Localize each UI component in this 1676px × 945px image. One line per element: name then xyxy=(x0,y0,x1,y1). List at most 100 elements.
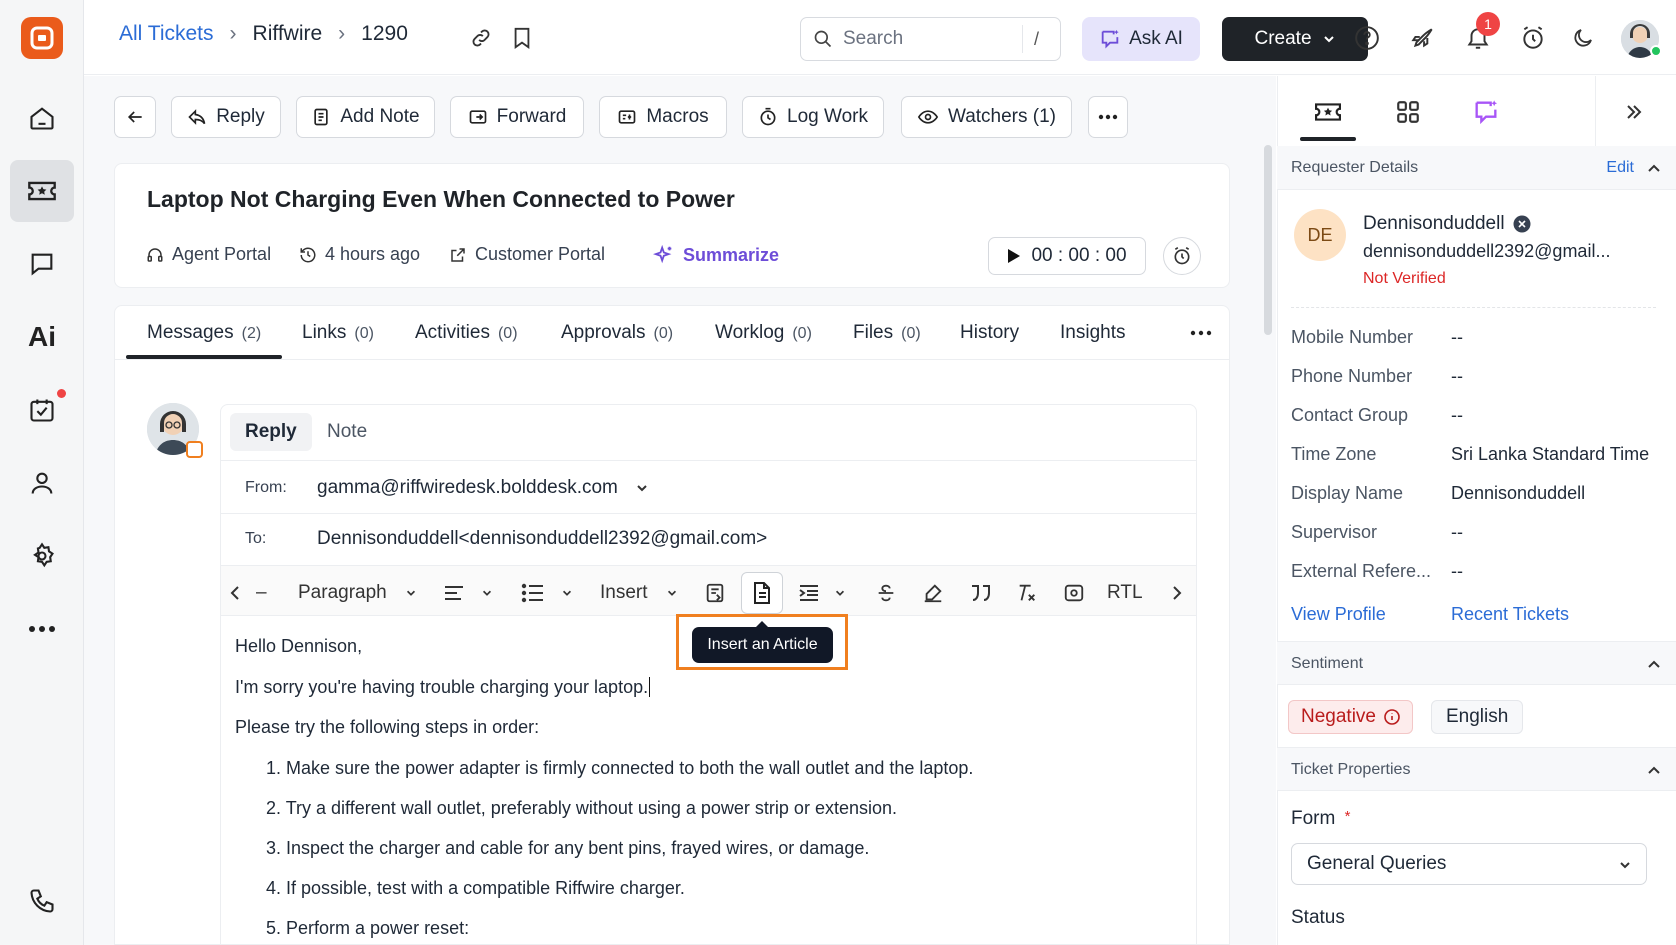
paragraph-format-select[interactable]: Paragraph xyxy=(298,572,417,614)
body-line-1-text: I'm sorry you're having trouble charging… xyxy=(235,677,649,697)
ask-ai-button[interactable]: Ask AI xyxy=(1082,17,1200,61)
active-tab-indicator xyxy=(126,355,282,359)
preview-icon[interactable] xyxy=(1063,572,1085,614)
note-icon xyxy=(314,108,329,126)
phone-icon[interactable] xyxy=(10,870,74,932)
copy-link-icon[interactable] xyxy=(465,22,497,54)
search-box[interactable]: Search / xyxy=(800,17,1061,61)
reminder-button[interactable] xyxy=(1163,237,1201,275)
tickets-icon[interactable] xyxy=(10,160,74,222)
back-button[interactable] xyxy=(114,96,156,138)
rtl-button[interactable]: RTL xyxy=(1107,572,1143,614)
toolbar-scroll-right-icon[interactable] xyxy=(1171,572,1183,614)
contacts-icon[interactable] xyxy=(10,452,74,514)
sparkle-icon xyxy=(653,244,672,264)
strikethrough-icon[interactable] xyxy=(875,572,897,614)
ticket-details-tab-icon[interactable] xyxy=(1310,95,1346,129)
text-cursor xyxy=(649,677,651,697)
ai-icon[interactable]: Ai xyxy=(10,306,74,368)
more-icon[interactable] xyxy=(10,598,74,660)
requester-details-header[interactable]: Requester Details Edit xyxy=(1277,146,1676,190)
list-select[interactable] xyxy=(521,572,573,614)
ticket-timer[interactable]: 00 : 00 : 00 xyxy=(988,237,1146,275)
tab-insights[interactable]: Insights xyxy=(1060,322,1125,344)
close-circle-icon[interactable] xyxy=(1513,215,1531,233)
sentiment-header[interactable]: Sentiment xyxy=(1277,641,1676,685)
ticket-age: 4 hours ago xyxy=(299,244,420,265)
align-select[interactable] xyxy=(443,572,493,614)
create-label: Create xyxy=(1254,28,1312,49)
insert-template-icon[interactable] xyxy=(704,572,726,614)
tab-links[interactable]: Links (0) xyxy=(302,322,374,344)
apps-grid-icon[interactable] xyxy=(1390,95,1426,129)
insert-menu[interactable]: Insert xyxy=(600,572,678,614)
tab-worklog[interactable]: Worklog (0) xyxy=(715,322,812,344)
indent-select[interactable] xyxy=(798,572,846,614)
info-icon[interactable] xyxy=(1384,709,1400,725)
breadcrumb-all-tickets[interactable]: All Tickets xyxy=(119,22,214,46)
to-value[interactable]: Dennisonduddell<dennisonduddell2392@gmai… xyxy=(317,528,767,550)
tab-activities[interactable]: Activities (0) xyxy=(415,322,518,344)
body-line-1[interactable]: I'm sorry you're having trouble charging… xyxy=(235,677,651,698)
view-profile-link[interactable]: View Profile xyxy=(1291,604,1386,625)
from-label: From: xyxy=(245,479,287,496)
tasks-icon[interactable] xyxy=(10,379,74,441)
insert-article-icon[interactable] xyxy=(741,572,783,614)
clear-format-icon[interactable] xyxy=(1016,572,1038,614)
chevron-up-icon[interactable] xyxy=(1646,656,1662,672)
chat-icon[interactable] xyxy=(10,233,74,295)
home-icon[interactable] xyxy=(10,87,74,149)
app-logo[interactable] xyxy=(21,17,63,59)
toolbar-scroll-left-icon[interactable] xyxy=(229,572,241,614)
tab-insights-label: Insights xyxy=(1060,322,1126,343)
ai-assist-tab-icon[interactable] xyxy=(1468,95,1504,129)
breadcrumb-brand[interactable]: Riffwire xyxy=(253,22,323,46)
tab-activities-label: Activities xyxy=(415,322,490,343)
forward-icon xyxy=(469,110,486,124)
customer-portal-label: Customer Portal xyxy=(475,244,606,264)
tab-approvals-count: (0) xyxy=(653,325,674,342)
customer-portal-link[interactable]: Customer Portal xyxy=(449,244,605,265)
tabs-more-icon[interactable] xyxy=(1190,330,1212,336)
main-scrollbar[interactable] xyxy=(1264,145,1272,335)
chevron-up-icon[interactable] xyxy=(1646,762,1662,778)
field-key: External Refere... xyxy=(1291,561,1432,581)
from-select[interactable]: gamma@riffwiredesk.bolddesk.com xyxy=(317,477,649,499)
highlight-brush-icon[interactable] xyxy=(922,572,944,614)
forward-button[interactable]: Forward xyxy=(450,96,584,138)
help-icon[interactable] xyxy=(1351,22,1383,54)
body-greeting: Hello Dennison, xyxy=(235,636,363,656)
more-actions-button[interactable] xyxy=(1088,96,1128,138)
indent-icon xyxy=(799,585,818,601)
reply-tab[interactable]: Reply xyxy=(230,413,312,451)
bookmark-icon[interactable] xyxy=(506,22,538,54)
settings-icon[interactable] xyxy=(10,525,74,587)
note-tab[interactable]: Note xyxy=(312,413,382,451)
alarm-clock-icon[interactable] xyxy=(1517,22,1549,54)
form-select[interactable]: General Queries xyxy=(1291,843,1647,885)
dark-mode-moon-icon[interactable] xyxy=(1567,22,1599,54)
log-work-button[interactable]: Log Work xyxy=(742,96,884,138)
reply-button[interactable]: Reply xyxy=(171,96,281,138)
create-button[interactable]: Create xyxy=(1222,17,1368,61)
list-item: 1. Make sure the power adapter is firmly… xyxy=(266,758,974,778)
requester-name[interactable]: Dennisonduddell xyxy=(1363,213,1531,235)
field-value: -- xyxy=(1451,561,1463,581)
bullet-list-icon xyxy=(521,583,543,603)
chevron-up-icon[interactable] xyxy=(1646,160,1662,176)
recent-tickets-link[interactable]: Recent Tickets xyxy=(1451,604,1569,625)
add-note-button[interactable]: Add Note xyxy=(296,96,435,138)
tab-history[interactable]: History xyxy=(960,322,1019,344)
summarize-button[interactable]: Summarize xyxy=(653,244,779,266)
ticket-properties-header[interactable]: Ticket Properties xyxy=(1277,747,1676,791)
tab-messages[interactable]: Messages (2) xyxy=(147,322,261,344)
blockquote-icon[interactable] xyxy=(969,572,993,614)
collapse-panel-icon[interactable] xyxy=(1616,95,1652,129)
macros-button[interactable]: Macros xyxy=(599,96,727,138)
tab-files[interactable]: Files (0) xyxy=(853,322,921,344)
edit-requester-link[interactable]: Edit xyxy=(1606,159,1634,177)
breadcrumb-ticket-id: 1290 xyxy=(361,22,408,45)
tab-approvals[interactable]: Approvals (0) xyxy=(561,322,673,344)
rocket-icon[interactable] xyxy=(1407,22,1439,54)
watchers-button[interactable]: Watchers (1) xyxy=(901,96,1072,138)
